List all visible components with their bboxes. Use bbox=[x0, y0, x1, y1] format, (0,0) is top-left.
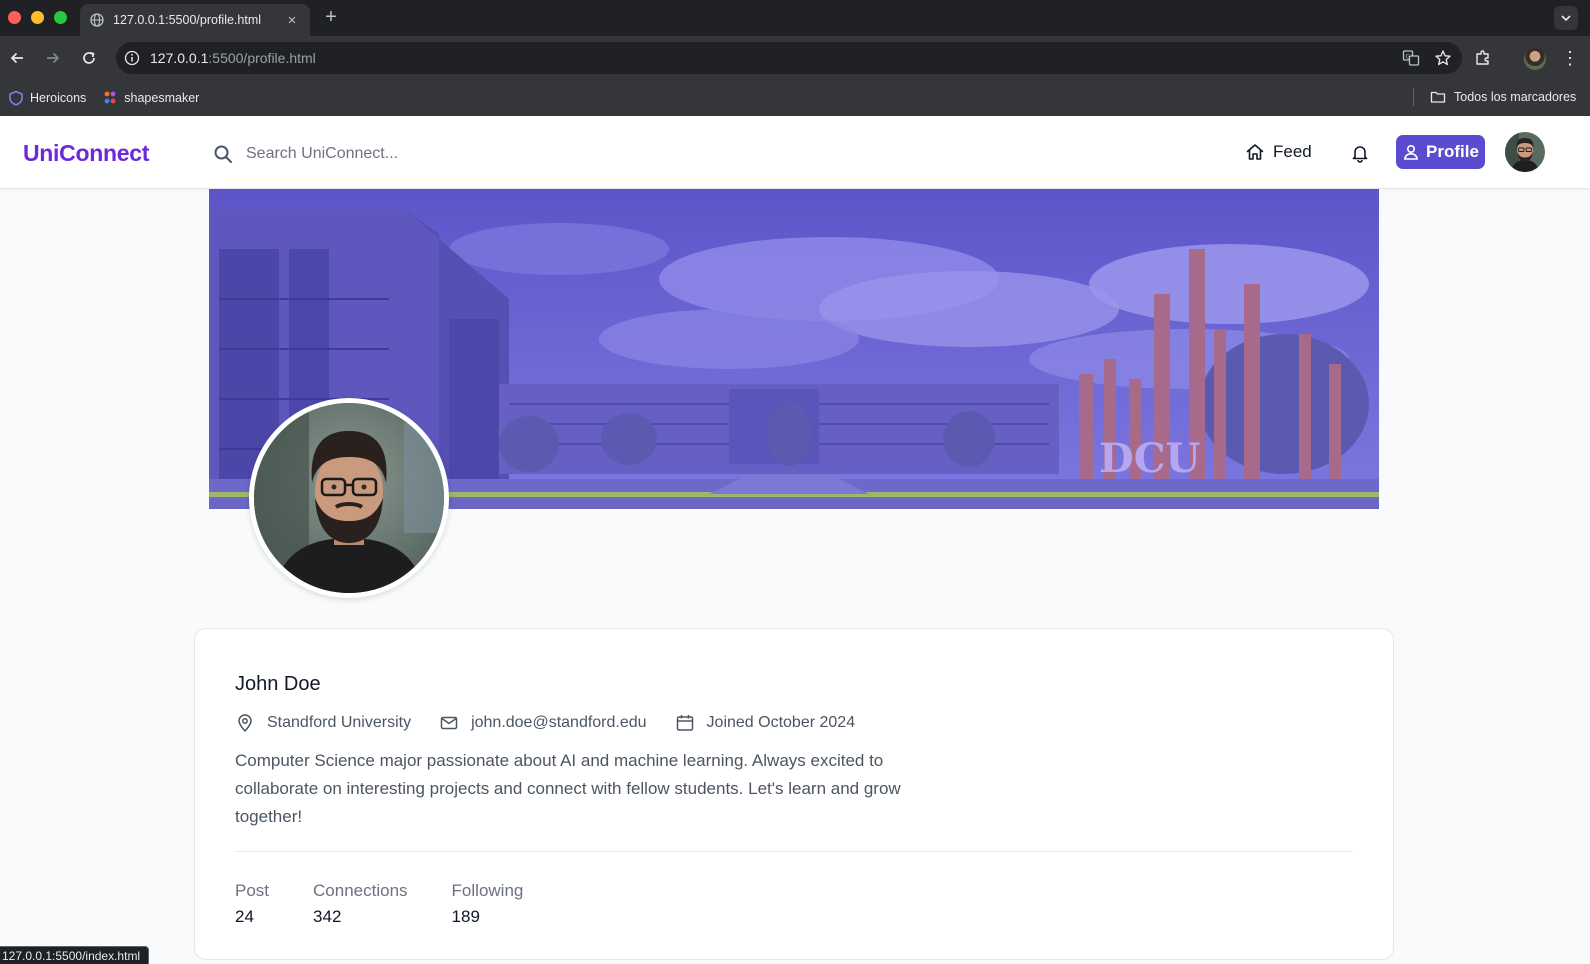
url-path: :5500/profile.html bbox=[208, 50, 316, 66]
nav-feed-label: Feed bbox=[1273, 142, 1312, 161]
link-status-bar: 127.0.0.1:5500/index.html bbox=[0, 946, 150, 964]
dots-icon bbox=[102, 90, 118, 106]
arrow-right-icon bbox=[47, 52, 60, 64]
bookmark-shapesmaker[interactable]: shapesmaker bbox=[102, 90, 199, 106]
tab-close-icon[interactable]: × bbox=[284, 12, 300, 29]
globe-icon bbox=[90, 13, 104, 27]
reload-button[interactable] bbox=[78, 47, 100, 69]
browser-toolbar: 127.0.0.1 :5500/profile.html G bbox=[0, 36, 1590, 80]
address-bar[interactable]: 127.0.0.1 :5500/profile.html G bbox=[116, 42, 1462, 74]
card-divider bbox=[235, 851, 1353, 852]
puzzle-icon bbox=[1476, 50, 1489, 65]
svg-text:G: G bbox=[1406, 54, 1411, 61]
folder-icon bbox=[1430, 89, 1446, 105]
nav-feed-link[interactable]: Feed bbox=[1245, 142, 1312, 162]
calendar-icon bbox=[675, 713, 695, 733]
all-bookmarks-button[interactable]: Todos los marcadores bbox=[1430, 89, 1576, 105]
stat-label: Connections bbox=[313, 881, 408, 900]
arrow-left-icon bbox=[10, 52, 23, 64]
url-host: 127.0.0.1 bbox=[150, 50, 209, 66]
stat-following[interactable]: Following 189 bbox=[452, 881, 524, 927]
profile-email: john.doe@standford.edu bbox=[439, 713, 647, 733]
profile-university-label: Standford University bbox=[267, 714, 412, 731]
stat-connections[interactable]: Connections 342 bbox=[313, 881, 408, 927]
banner-sign-text: DCU bbox=[1099, 435, 1200, 482]
window-minimize-button[interactable] bbox=[31, 11, 44, 24]
browser-menu-icon[interactable]: ⋮ bbox=[1560, 48, 1580, 70]
bookmarks-separator bbox=[1413, 88, 1414, 106]
browser-profile-avatar[interactable] bbox=[1524, 48, 1546, 70]
user-icon bbox=[1402, 143, 1420, 161]
nav-profile-label: Profile bbox=[1426, 142, 1479, 161]
shield-icon bbox=[8, 90, 24, 106]
app-header: UniConnect Feed Profile bbox=[0, 116, 1590, 189]
stat-posts[interactable]: Post 24 bbox=[235, 881, 269, 927]
profile-joined: Joined October 2024 bbox=[675, 713, 856, 733]
envelope-icon bbox=[439, 713, 459, 733]
tab-search-button[interactable] bbox=[1554, 6, 1578, 30]
extensions-button[interactable] bbox=[1472, 47, 1494, 69]
browser-tab[interactable]: 127.0.0.1:5500/profile.html × bbox=[80, 4, 310, 36]
stat-label: Post bbox=[235, 881, 270, 900]
all-bookmarks-label: Todos los marcadores bbox=[1454, 90, 1577, 104]
back-button[interactable] bbox=[6, 47, 28, 69]
reload-icon bbox=[83, 51, 95, 64]
stat-value: 189 bbox=[451, 907, 480, 926]
profile-email-label: john.doe@standford.edu bbox=[471, 714, 647, 731]
profile-name: John Doe bbox=[235, 673, 321, 695]
home-icon bbox=[1245, 142, 1265, 162]
stat-label: Following bbox=[451, 881, 524, 900]
nav-profile-button[interactable]: Profile bbox=[1396, 135, 1485, 169]
map-pin-icon bbox=[235, 713, 255, 733]
bookmarks-bar: Heroicons shapesmaker bbox=[0, 80, 1590, 116]
window-close-button[interactable] bbox=[8, 11, 21, 24]
profile-meta: Standford University john.doe@standford.… bbox=[235, 713, 883, 733]
bookmark-star-icon[interactable] bbox=[1434, 49, 1452, 67]
new-tab-button[interactable]: + bbox=[318, 5, 344, 31]
translate-icon[interactable]: G bbox=[1402, 49, 1420, 67]
profile-stats: Post 24 Connections 342 Following 189 bbox=[235, 881, 567, 927]
profile-photo[interactable] bbox=[249, 398, 449, 598]
user-avatar[interactable] bbox=[1505, 132, 1545, 172]
bell-icon[interactable] bbox=[1350, 143, 1370, 163]
profile-joined-label: Joined October 2024 bbox=[706, 714, 856, 731]
chevron-down-icon bbox=[1561, 15, 1571, 22]
search-icon bbox=[212, 143, 234, 165]
search-input[interactable] bbox=[246, 145, 666, 163]
profile-university: Standford University bbox=[235, 713, 411, 733]
profile-bio: Computer Science major passionate about … bbox=[235, 751, 901, 826]
forward-button[interactable] bbox=[42, 47, 64, 69]
bookmark-heroicons[interactable]: Heroicons bbox=[8, 90, 86, 106]
search-bar bbox=[212, 138, 712, 170]
tab-title: 127.0.0.1:5500/profile.html bbox=[113, 13, 262, 27]
window-maximize-button[interactable] bbox=[54, 11, 67, 24]
bookmark-label: shapesmaker bbox=[124, 91, 200, 105]
app-logo[interactable]: UniConnect bbox=[23, 140, 149, 167]
site-info-icon[interactable] bbox=[124, 50, 140, 66]
stat-value: 342 bbox=[313, 907, 342, 926]
browser-tab-bar: 127.0.0.1:5500/profile.html × + bbox=[0, 0, 1590, 36]
bookmark-label: Heroicons bbox=[30, 91, 87, 105]
stat-value: 24 bbox=[235, 907, 254, 926]
profile-info-card: John Doe Standford University john.doe@s… bbox=[194, 628, 1394, 960]
